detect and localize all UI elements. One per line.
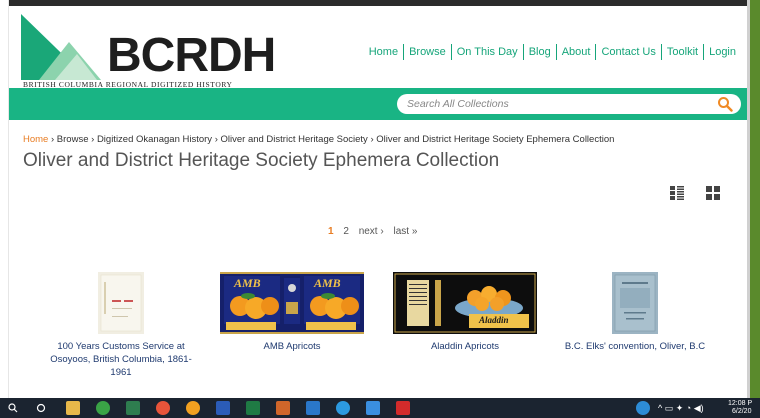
excel-icon[interactable]: [246, 401, 260, 415]
app-icon[interactable]: [186, 401, 200, 415]
breadcrumb-society[interactable]: Oliver and District Heritage Society: [221, 134, 368, 145]
window-right-border: [750, 0, 760, 418]
item-thumbnail[interactable]: Aladdin: [393, 272, 537, 334]
breadcrumb-separator: ›: [50, 134, 55, 145]
label-text: Aladdin: [478, 315, 509, 325]
search-icon[interactable]: [717, 96, 733, 112]
breadcrumb-home[interactable]: Home: [23, 134, 48, 145]
help-icon[interactable]: [636, 401, 650, 415]
pager-page-2[interactable]: 2: [343, 226, 349, 237]
quickbooks-icon[interactable]: [96, 401, 110, 415]
nav-toolkit[interactable]: Toolkit: [662, 45, 703, 59]
item-thumbnail[interactable]: AMB AMB: [220, 272, 364, 334]
pager-next[interactable]: next ›: [359, 226, 384, 237]
item-caption[interactable]: 100 Years Customs Service at Osoyoos, Br…: [50, 340, 192, 379]
label-text: AMB: [313, 276, 341, 290]
file-explorer-icon[interactable]: [66, 401, 80, 415]
word-icon[interactable]: [216, 401, 230, 415]
breadcrumb-browse[interactable]: Browse: [57, 134, 89, 145]
nav-login[interactable]: Login: [704, 45, 741, 59]
browser-icon[interactable]: [336, 401, 350, 415]
label-text: AMB: [233, 276, 261, 290]
search-box: [397, 94, 741, 114]
pager-last[interactable]: last »: [393, 226, 417, 237]
nav-home[interactable]: Home: [364, 45, 403, 59]
item-caption[interactable]: Aladdin Apricots: [393, 340, 537, 353]
site-logo[interactable]: BCRDH BRITISH COLUMBIA REGIONAL DIGITIZE…: [21, 14, 276, 90]
clock-time[interactable]: 12:08 P: [728, 400, 752, 407]
breadcrumb: Home › Browse › Digitized Okanagan Histo…: [23, 134, 614, 145]
nav-on-this-day[interactable]: On This Day: [452, 45, 523, 59]
page-title: Oliver and District Heritage Society Eph…: [23, 150, 500, 171]
search-input[interactable]: [407, 94, 707, 114]
windows-taskbar: ^ ▭ ✦ ◔ ◀) 12:08 P 6/2/20: [0, 398, 760, 418]
site-header: BCRDH BRITISH COLUMBIA REGIONAL DIGITIZE…: [9, 6, 747, 94]
breadcrumb-separator: ›: [370, 134, 374, 145]
chrome-icon[interactable]: [156, 401, 170, 415]
task-view-icon[interactable]: [36, 403, 46, 413]
item-thumbnail[interactable]: [612, 272, 658, 334]
clock-date[interactable]: 6/2/20: [732, 408, 751, 415]
nav-browse[interactable]: Browse: [404, 45, 451, 59]
pagination: 1 2 next › last »: [328, 226, 424, 237]
breadcrumb-current: Oliver and District Heritage Society Eph…: [376, 134, 615, 145]
item-caption[interactable]: AMB Apricots: [220, 340, 364, 353]
breadcrumb-separator: ›: [214, 134, 218, 145]
item-caption[interactable]: B.C. Elks' convention, Oliver, B.C: [560, 340, 710, 353]
nav-about[interactable]: About: [557, 45, 596, 59]
item-thumbnail[interactable]: [98, 272, 144, 334]
app-icon[interactable]: [276, 401, 290, 415]
search-icon[interactable]: [8, 403, 18, 413]
system-tray-icons[interactable]: ^ ▭ ✦ ◔ ◀): [658, 403, 704, 414]
search-band: [9, 88, 747, 120]
breadcrumb-separator: ›: [91, 134, 95, 145]
pager-current-page: 1: [328, 226, 334, 237]
list-view-icon[interactable]: [670, 186, 684, 200]
main-nav: Home Browse On This Day Blog About Conta…: [364, 44, 741, 60]
nav-contact-us[interactable]: Contact Us: [596, 45, 660, 59]
acrobat-icon[interactable]: [396, 401, 410, 415]
publisher-icon[interactable]: [126, 401, 140, 415]
remote-desktop-icon[interactable]: [366, 401, 380, 415]
breadcrumb-okanagan[interactable]: Digitized Okanagan History: [97, 134, 212, 145]
grid-view-icon[interactable]: [706, 186, 720, 200]
logo-triangle-icon: [21, 14, 101, 80]
nav-blog[interactable]: Blog: [524, 45, 556, 59]
window-left-border: [0, 0, 9, 398]
logo-wordmark: BCRDH: [107, 29, 276, 82]
outlook-icon[interactable]: [306, 401, 320, 415]
